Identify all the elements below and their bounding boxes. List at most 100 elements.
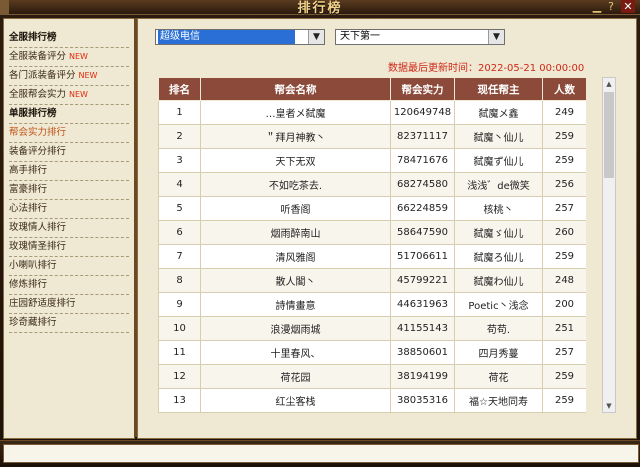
sidebar-item[interactable]: 装备评分排行 [9, 143, 129, 162]
table-row[interactable]: 4 不如吃茶去. 68274580 浅浅゛de微笑 256 [158, 172, 586, 197]
table-row[interactable]: 6 烟雨醉南山 58647590 弑魔ゞ仙儿 260 [158, 220, 586, 245]
table-cell: 10 [158, 316, 201, 341]
table-row[interactable]: 13 红尘客栈 38035316 福☆天地同寿 259 [158, 388, 586, 413]
table-cell: 260 [542, 220, 586, 245]
table-cell: 200 [542, 292, 586, 317]
server-select[interactable]: 超级电信 ▼ [155, 29, 325, 45]
table-cell: 荷花园 [200, 364, 391, 389]
table-cell: 251 [542, 316, 586, 341]
help-icon[interactable]: ? [604, 0, 618, 13]
sidebar-item[interactable]: 珍奇藏排行 [9, 314, 129, 333]
sidebar-item[interactable]: 富豪排行 [9, 181, 129, 200]
minimize-icon[interactable]: ▁ [590, 0, 604, 13]
new-badge: NEW [69, 90, 88, 99]
sidebar-item-label: 帮会实力排行 [9, 127, 67, 138]
sidebar-item[interactable]: 各门派装备评分 NEW [9, 67, 129, 86]
rank-select[interactable]: 天下第一 ▼ [335, 29, 505, 45]
table-row[interactable]: 12 荷花园 38194199 荷花 259 [158, 364, 586, 389]
sidebar-item-label: 全服装备评分 [9, 51, 67, 62]
sidebar-item-label: 珍奇藏排行 [9, 317, 57, 328]
sidebar-item[interactable]: 全服装备评分 NEW [9, 48, 129, 67]
table-cell: 浅浅゛de微笑 [454, 172, 543, 197]
sidebar-item-label: 单服排行榜 [9, 108, 57, 119]
table-row[interactable]: 9 詩情畫意 44631963 Poetic丶浅念 200 [158, 292, 586, 317]
table-cell: 十里春风、 [200, 340, 391, 365]
rank-select-value: 天下第一 [340, 31, 380, 42]
sidebar-item-label: 小喇叭排行 [9, 260, 57, 271]
table-cell: 58647590 [390, 220, 455, 245]
new-badge: NEW [78, 71, 98, 80]
table-cell: 清风雅阁 [200, 244, 391, 269]
chevron-down-icon[interactable]: ▼ [488, 30, 504, 44]
table-cell: 天下无双 [200, 148, 391, 173]
table-cell: 259 [542, 388, 586, 413]
column-header: 帮会名称 [200, 77, 391, 101]
ranking-table-wrap: 排名 帮会名称 帮会实力 现任帮主 人数 1 …皇者メ弑魔 120649748 弑魔メ鑫 249… [158, 77, 586, 413]
sidebar-item-label: 富豪排行 [9, 184, 48, 195]
sidebar-section-heading: 单服排行榜 [9, 105, 129, 124]
table-row[interactable]: 3 天下无双 78471676 弑魔ず仙儿 259 [158, 148, 586, 173]
sidebar-section-heading: 全服排行榜 [9, 29, 129, 48]
table-cell: 不如吃茶去. [200, 172, 391, 197]
status-strip [3, 444, 639, 463]
table-row[interactable]: 2 ＂拜月神教丶 82371117 弑魔丶仙儿 259 [158, 124, 586, 149]
sidebar-item-label: 装备评分排行 [9, 146, 67, 157]
table-row[interactable]: 10 浪漫烟雨城 41155143 苟苟. 251 [158, 316, 586, 341]
table-row[interactable]: 8 散人閣丶 45799221 弑魔わ仙儿 248 [158, 268, 586, 293]
table-cell: 38850601 [390, 340, 455, 365]
table-row[interactable]: 5 听香阁 66224859 核桃丶 257 [158, 196, 586, 221]
sidebar-item[interactable]: 庄园舒适度排行 [9, 295, 129, 314]
sidebar-item-label: 修炼排行 [9, 279, 48, 290]
table-cell: 66224859 [390, 196, 455, 221]
sidebar-item[interactable]: 帮会实力排行 [9, 124, 129, 143]
table-cell: 44631963 [390, 292, 455, 317]
table-cell: 詩情畫意 [200, 292, 391, 317]
table-cell: 249 [542, 100, 586, 125]
table-scrollbar[interactable]: ▲ ▼ [602, 77, 616, 413]
table-cell: 45799221 [390, 268, 455, 293]
table-cell: 12 [158, 364, 201, 389]
sidebar-item-label: 全服帮会实力 [9, 89, 67, 100]
table-cell: 8 [158, 268, 201, 293]
scroll-up-arrow-icon[interactable]: ▲ [603, 78, 615, 90]
sidebar-item[interactable]: 小喇叭排行 [9, 257, 129, 276]
table-cell: 259 [542, 148, 586, 173]
ranking-table: 排名 帮会名称 帮会实力 现任帮主 人数 1 …皇者メ弑魔 120649748 弑魔メ鑫 249… [158, 77, 586, 413]
chevron-down-icon[interactable]: ▼ [308, 30, 324, 44]
table-cell: 弑魔メ鑫 [454, 100, 543, 125]
scroll-thumb[interactable] [604, 92, 614, 178]
sidebar-item-label: 玫瑰情人排行 [9, 222, 67, 233]
column-header: 排名 [158, 77, 201, 101]
sidebar-item[interactable]: 玫瑰情圣排行 [9, 238, 129, 257]
table-cell: 1 [158, 100, 201, 125]
sidebar-item-label: 庄园舒适度排行 [9, 298, 76, 309]
sidebar-item[interactable]: 全服帮会实力 NEW [9, 86, 129, 105]
table-row[interactable]: 7 清风雅阁 51706611 弑魔ろ仙儿 259 [158, 244, 586, 269]
sidebar-item[interactable]: 玫瑰情人排行 [9, 219, 129, 238]
table-cell: 弑魔わ仙儿 [454, 268, 543, 293]
table-cell: ＂拜月神教丶 [200, 124, 391, 149]
close-icon[interactable]: ✕ [621, 0, 635, 13]
table-cell: 3 [158, 148, 201, 173]
table-cell: 256 [542, 172, 586, 197]
sidebar-item[interactable]: 高手排行 [9, 162, 129, 181]
table-cell: 78471676 [390, 148, 455, 173]
table-cell: 11 [158, 340, 201, 365]
table-cell: 浪漫烟雨城 [200, 316, 391, 341]
table-row[interactable]: 11 十里春风、 38850601 四月秀蔓 257 [158, 340, 586, 365]
table-cell: 5 [158, 196, 201, 221]
table-cell: 248 [542, 268, 586, 293]
table-cell: 257 [542, 196, 586, 221]
table-body: 1 …皇者メ弑魔 120649748 弑魔メ鑫 249 2 ＂拜月神教丶 82371117 弑魔… [158, 100, 586, 413]
table-cell: 苟苟. [454, 316, 543, 341]
table-cell: 弑魔ろ仙儿 [454, 244, 543, 269]
sidebar-item[interactable]: 修炼排行 [9, 276, 129, 295]
scroll-down-arrow-icon[interactable]: ▼ [603, 400, 615, 412]
sidebar-item-label: 玫瑰情圣排行 [9, 241, 67, 252]
table-cell: 13 [158, 388, 201, 413]
table-row[interactable]: 1 …皇者メ弑魔 120649748 弑魔メ鑫 249 [158, 100, 586, 125]
sidebar-item[interactable]: 心法排行 [9, 200, 129, 219]
table-cell: 9 [158, 292, 201, 317]
table-cell: 7 [158, 244, 201, 269]
table-cell: 82371117 [390, 124, 455, 149]
